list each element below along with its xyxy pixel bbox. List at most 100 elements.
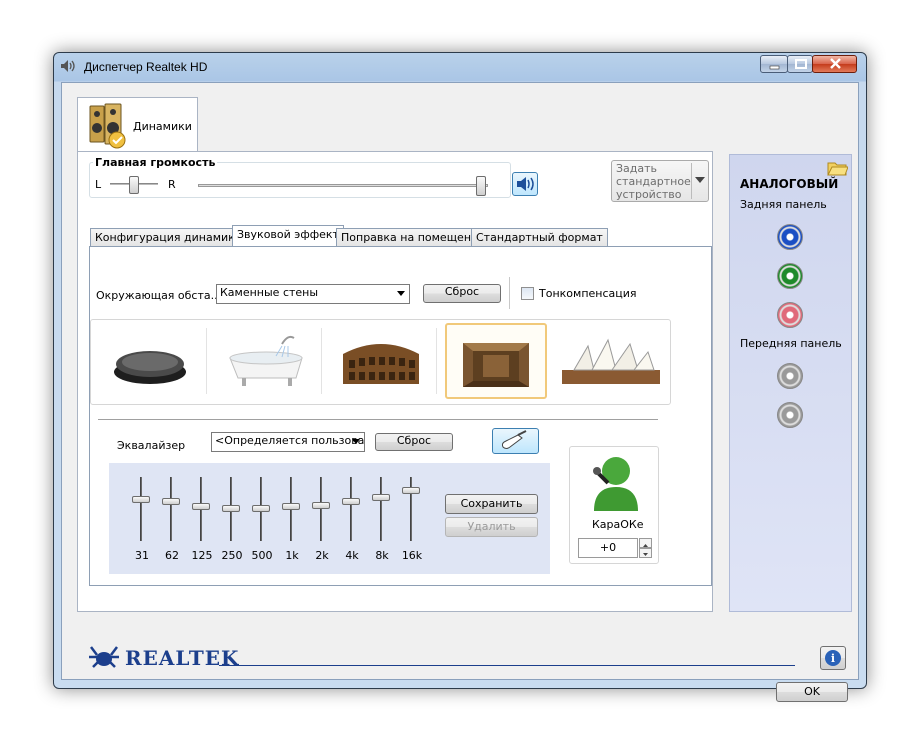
maximize-button[interactable] (787, 55, 813, 73)
equalizer-label: Эквалайзер (117, 439, 186, 452)
preset-colosseum[interactable] (323, 328, 437, 394)
eq-band-label: 4k (345, 549, 359, 562)
eq-band-slider[interactable] (277, 477, 307, 541)
effects-panel: Окружающая обста... Каменные стены Сброс… (89, 246, 712, 586)
eq-band-slider[interactable] (127, 477, 157, 541)
tab-room-correction[interactable]: Поправка на помещение (336, 228, 490, 247)
folder-icon[interactable] (826, 157, 849, 177)
master-volume-label: Главная громкость (93, 156, 218, 169)
tab-default-format[interactable]: Стандартный формат (471, 228, 608, 247)
tab-speakers[interactable]: Динамики (77, 97, 198, 152)
eq-band-slider[interactable] (337, 477, 367, 541)
equalizer-select[interactable]: <Определяется пользова (211, 432, 365, 452)
eq-band-thumb[interactable] (132, 496, 150, 503)
stone-walls-icon (463, 343, 529, 387)
svg-text:i: i (831, 652, 835, 665)
eq-band-label: 250 (221, 549, 243, 562)
eq-band-thumb[interactable] (162, 498, 180, 505)
close-button[interactable] (812, 55, 857, 73)
crab-logo-icon (89, 646, 119, 668)
save-preset-button[interactable]: Сохранить (445, 494, 538, 514)
front-panel-label: Передняя панель (740, 337, 842, 350)
equalizer-reset-button[interactable]: Сброс (375, 433, 453, 451)
eq-band-slider[interactable] (187, 477, 217, 541)
karaoke-up-button[interactable] (639, 538, 652, 548)
environment-reset-button[interactable]: Сброс (423, 284, 501, 303)
realtek-brand: REALTEK (125, 646, 240, 670)
speakers-icon (88, 102, 128, 150)
eq-band-thumb[interactable] (192, 503, 210, 510)
rear-jack[interactable] (777, 302, 803, 328)
eq-band-label: 1k (285, 549, 299, 562)
stone-disc-icon (114, 351, 186, 384)
speaker-icon (60, 58, 76, 74)
environment-select[interactable]: Каменные стены (216, 284, 410, 304)
set-default-device-label: Задать стандартное устройство (616, 162, 691, 201)
eq-band-thumb[interactable] (372, 494, 390, 501)
colosseum-icon (343, 344, 419, 384)
eq-band-label: 500 (251, 549, 273, 562)
eq-band-slider[interactable] (217, 477, 247, 541)
balance-thumb[interactable] (129, 176, 139, 194)
eq-band-label: 125 (191, 549, 213, 562)
environment-value: Каменные стены (220, 286, 319, 299)
preset-stone-walls[interactable] (445, 323, 547, 399)
eq-band-label: 31 (135, 549, 149, 562)
singer-icon (593, 457, 638, 511)
eq-band-label: 62 (165, 549, 179, 562)
device-panel: Главная громкость L R Задать стандартное… (77, 151, 713, 612)
eq-band-slider[interactable] (157, 477, 187, 541)
rear-jack[interactable] (777, 263, 803, 289)
mute-button[interactable] (512, 172, 538, 196)
front-jack[interactable] (777, 402, 803, 428)
bathtub-icon (229, 335, 303, 386)
volume-icon (517, 177, 534, 191)
eq-band-thumb[interactable] (282, 503, 300, 510)
window-title: Диспетчер Realtek HD (84, 60, 208, 74)
guitar-button[interactable] (492, 428, 539, 454)
karaoke-value: +0 (599, 541, 617, 554)
rear-panel-label: Задняя панель (740, 198, 827, 211)
karaoke-label: КараОКе (592, 518, 644, 531)
ok-button[interactable]: OK (776, 682, 848, 702)
eq-band-slider[interactable] (247, 477, 277, 541)
eq-band-thumb[interactable] (252, 505, 270, 512)
eq-band-slider[interactable] (397, 477, 427, 541)
karaoke-panel: КараОКе +0 (569, 446, 659, 564)
info-icon: i (825, 650, 841, 666)
preset-bathtub[interactable] (208, 328, 322, 394)
eq-band-thumb[interactable] (402, 487, 420, 494)
eq-band-label: 16k (401, 549, 423, 562)
environment-presets (90, 319, 671, 405)
app-window: Диспетчер Realtek HD Динамики Главная гр… (53, 52, 867, 702)
minimize-button[interactable] (760, 55, 788, 73)
eq-band-slider[interactable] (307, 477, 337, 541)
balance-right-label: R (168, 178, 176, 191)
eq-band-thumb[interactable] (312, 502, 330, 509)
tab-sound-effects[interactable]: Звуковой эффект (232, 225, 344, 247)
tab-speaker-config[interactable]: Конфигурация динамиков (90, 228, 254, 247)
preset-opera-house[interactable] (554, 328, 668, 394)
set-default-device-button[interactable]: Задать стандартное устройство (611, 160, 709, 202)
preset-stone-disc[interactable] (93, 328, 207, 394)
delete-preset-button[interactable]: Удалить (445, 517, 538, 537)
balance-slider[interactable] (110, 176, 158, 194)
loudness-label: Тонкомпенсация (539, 287, 637, 300)
master-volume-thumb[interactable] (476, 176, 486, 196)
equalizer-value: <Определяется пользова (215, 434, 365, 447)
loudness-checkbox[interactable] (521, 287, 534, 300)
title-bar[interactable]: Диспетчер Realtek HD (54, 53, 866, 81)
rear-jack[interactable] (777, 224, 803, 250)
eq-band-thumb[interactable] (342, 498, 360, 505)
master-volume-slider[interactable] (198, 176, 488, 196)
arrow-down-icon (643, 553, 648, 556)
chevron-down-icon (695, 177, 705, 183)
environment-label: Окружающая обста... (96, 289, 222, 302)
front-jack[interactable] (777, 363, 803, 389)
client-area: Динамики Главная громкость L R Задать ст… (61, 82, 859, 702)
eq-band-thumb[interactable] (222, 505, 240, 512)
info-button[interactable]: i (820, 646, 846, 670)
eq-band-slider[interactable] (367, 477, 397, 541)
karaoke-down-button[interactable] (639, 548, 652, 558)
karaoke-value-field[interactable]: +0 (578, 538, 638, 558)
